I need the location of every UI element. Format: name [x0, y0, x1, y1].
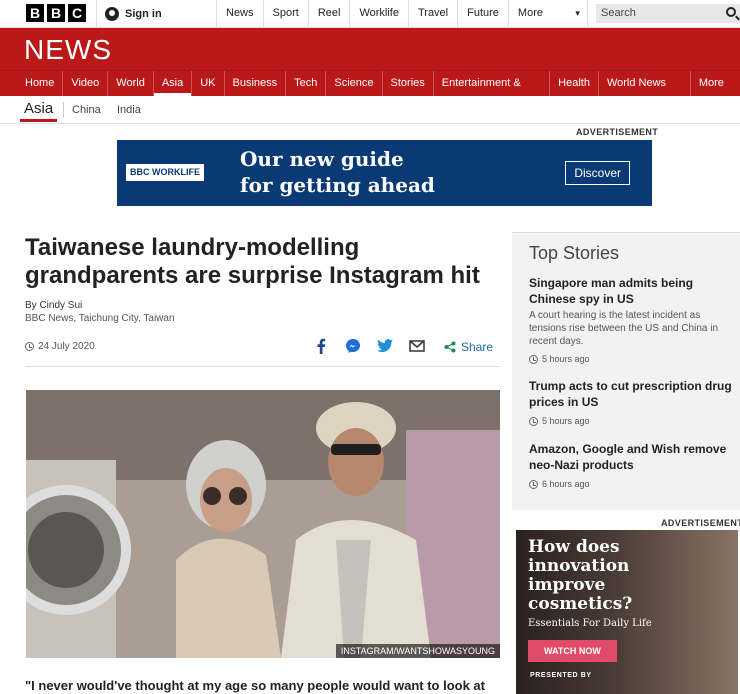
- article-date-text: 24 July 2020: [38, 341, 95, 352]
- nav-asia[interactable]: Asia: [153, 71, 193, 97]
- banner-ad-text: Our new guide for getting ahead: [240, 146, 435, 198]
- global-nav: News Sport Reel Worklife Travel Future M…: [216, 0, 588, 28]
- nav-home[interactable]: Home: [17, 71, 64, 96]
- top-stories-panel: Top Stories Singapore man admits being C…: [512, 232, 740, 510]
- news-nav: Home Video World Asia UK Business Tech S…: [0, 70, 740, 114]
- global-nav-travel[interactable]: Travel: [407, 0, 457, 28]
- banner-ad-line2: for getting ahead: [240, 173, 435, 197]
- banner-ad-line1: Our new guide: [240, 147, 404, 171]
- top-story-summary: A court hearing is the latest incident a…: [529, 310, 719, 347]
- nav-entertainment[interactable]: Entertainment & Arts: [434, 71, 551, 114]
- article-divider: [25, 366, 500, 367]
- top-story-time: 5 hours ago: [529, 354, 734, 364]
- global-nav-reel[interactable]: Reel: [307, 0, 350, 28]
- logo-letter-b2: B: [47, 4, 65, 22]
- grandparents-illustration: [26, 390, 500, 658]
- nav-health[interactable]: Health: [550, 71, 599, 96]
- global-nav-sport[interactable]: Sport: [262, 0, 308, 28]
- sidebar-ad[interactable]: How does innovation improve cosmetics? E…: [516, 530, 738, 694]
- article-date: 24 July 2020: [25, 341, 95, 352]
- share-label: Share: [461, 340, 494, 354]
- top-story-time-text: 5 hours ago: [542, 416, 590, 426]
- worklife-badge: BBC WORKLIFE: [126, 164, 204, 181]
- global-nav-more[interactable]: More: [507, 0, 588, 28]
- sidebar-ad-subline: Essentials For Daily Life: [528, 618, 652, 629]
- news-title[interactable]: NEWS: [24, 34, 112, 66]
- facebook-icon[interactable]: [312, 338, 330, 354]
- nav-uk[interactable]: UK: [192, 71, 225, 96]
- clock-icon: [529, 354, 538, 364]
- nav-world[interactable]: World: [108, 71, 154, 96]
- section-subnav: Asia China India: [0, 96, 740, 124]
- article-location: BBC News, Taichung City, Taiwan: [25, 313, 175, 324]
- banner-ad[interactable]: BBC WORKLIFE Our new guide for getting a…: [117, 140, 652, 206]
- photo-credit: INSTAGRAM/WANTSHOWASYOUNG: [335, 644, 500, 658]
- sidebar-ad-headline: How does innovation improve cosmetics?: [528, 537, 633, 614]
- watch-now-button[interactable]: WATCH NOW: [528, 640, 617, 662]
- search-icon[interactable]: [726, 7, 736, 17]
- nav-tech[interactable]: Tech: [286, 71, 327, 96]
- search-placeholder: Search: [601, 7, 636, 19]
- subnav-china[interactable]: China: [72, 104, 101, 116]
- nav-world-news-tv[interactable]: World News TV: [599, 71, 691, 114]
- nav-more[interactable]: More ▾: [691, 71, 740, 114]
- global-header: B B C Sign in News Sport Reel Worklife T…: [0, 0, 740, 28]
- user-icon: [105, 7, 119, 21]
- sidebar-advertisement-label: ADVERTISEMENT: [661, 518, 740, 528]
- article-headline: Taiwanese laundry-modelling grandparents…: [25, 234, 480, 289]
- clock-icon: [25, 342, 34, 351]
- presented-by-label: PRESENTED BY: [530, 672, 592, 679]
- share-tools: [312, 338, 426, 354]
- nav-stories[interactable]: Stories: [383, 71, 434, 96]
- logo-letter-c: C: [68, 4, 86, 22]
- search-input[interactable]: Search: [596, 4, 740, 23]
- article-photo: INSTAGRAM/WANTSHOWASYOUNG: [26, 390, 500, 658]
- top-story-time: 6 hours ago: [529, 479, 734, 489]
- top-story-time-text: 5 hours ago: [542, 354, 590, 364]
- global-nav-news[interactable]: News: [216, 0, 263, 28]
- email-icon[interactable]: [408, 338, 426, 354]
- global-nav-worklife[interactable]: Worklife: [349, 0, 408, 28]
- clock-icon: [529, 479, 538, 489]
- nav-business[interactable]: Business: [225, 71, 287, 96]
- global-nav-future[interactable]: Future: [457, 0, 508, 28]
- news-banner: NEWS: [0, 28, 740, 70]
- sign-in-label: Sign in: [125, 8, 162, 20]
- article-quote: "I never would've thought at my age so m…: [25, 678, 485, 693]
- top-story-headline[interactable]: Trump acts to cut prescription drug pric…: [529, 378, 734, 410]
- top-story-headline[interactable]: Singapore man admits being Chinese spy i…: [529, 275, 734, 307]
- logo-letter-b1: B: [26, 4, 44, 22]
- messenger-icon[interactable]: [344, 338, 362, 354]
- discover-button[interactable]: Discover: [565, 161, 630, 185]
- top-story-time-text: 6 hours ago: [542, 479, 590, 489]
- subnav-current-asia[interactable]: Asia: [20, 100, 58, 122]
- article-author: By Cindy Sui: [25, 300, 83, 311]
- twitter-icon[interactable]: [376, 338, 394, 354]
- nav-video[interactable]: Video: [63, 71, 109, 96]
- subnav-divider: [63, 102, 64, 118]
- clock-icon: [529, 416, 538, 426]
- top-stories-title: Top Stories: [529, 243, 620, 263]
- sign-in-link[interactable]: Sign in: [96, 0, 216, 28]
- top-story-headline[interactable]: Amazon, Google and Wish remove neo-Nazi …: [529, 441, 734, 473]
- nav-science[interactable]: Science: [326, 71, 383, 96]
- top-story-item[interactable]: Trump acts to cut prescription drug pric…: [529, 378, 734, 426]
- bbc-logo[interactable]: B B C: [26, 4, 86, 22]
- share-button[interactable]: Share: [444, 340, 493, 354]
- share-icon: [444, 341, 456, 353]
- top-story-time: 5 hours ago: [529, 416, 734, 426]
- advertisement-label: ADVERTISEMENT: [576, 127, 659, 137]
- top-story-item[interactable]: Singapore man admits being Chinese spy i…: [529, 275, 734, 364]
- top-story-item[interactable]: Amazon, Google and Wish remove neo-Nazi …: [529, 441, 734, 489]
- subnav-india[interactable]: India: [117, 104, 141, 116]
